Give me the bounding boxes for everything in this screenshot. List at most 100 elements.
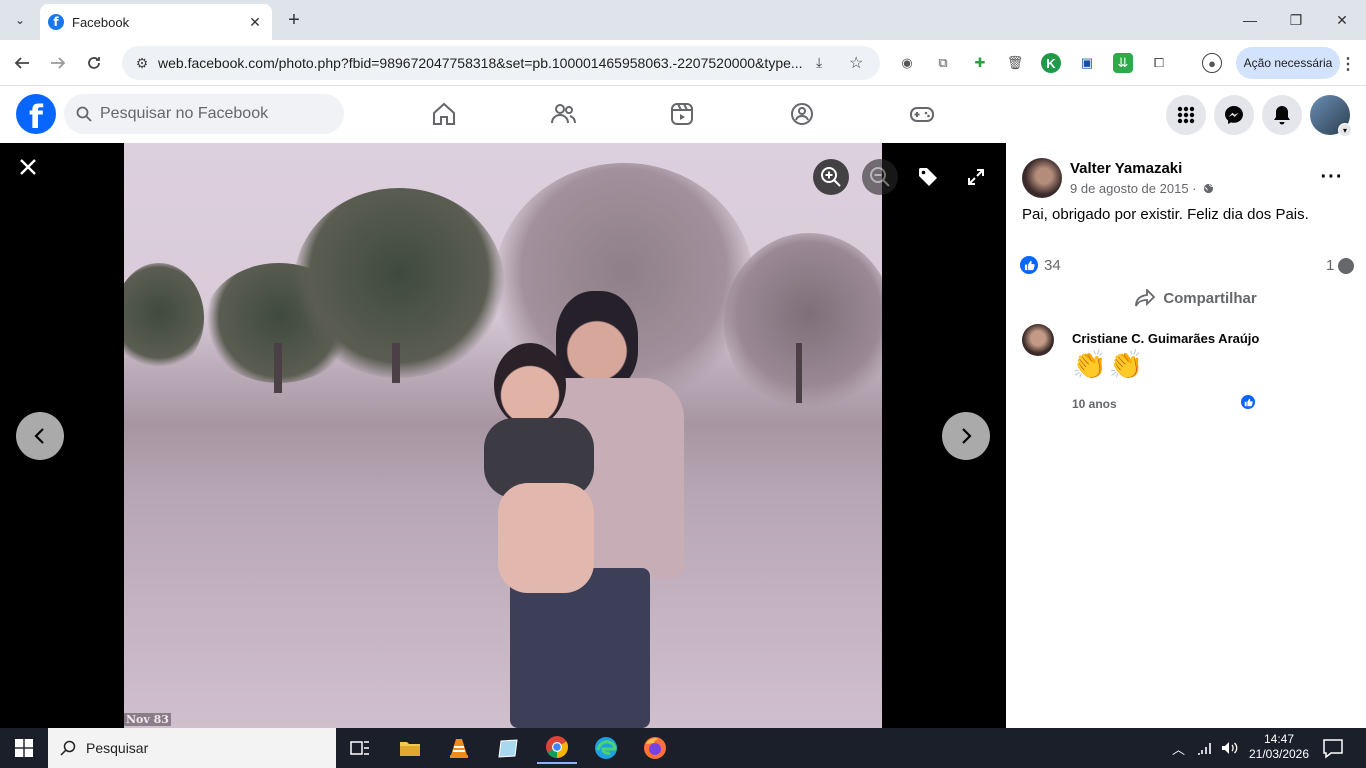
nav-video-button[interactable] [662,96,702,132]
back-arrow-icon [14,57,29,69]
facebook-logo-letter: f [29,98,43,134]
facebook-header: f ▾ [0,86,1366,143]
notepad-icon [498,739,518,758]
url-text[interactable]: web.facebook.com/photo.php?fbid=98967204… [158,55,806,71]
trash-extension-icon[interactable]: 🗑 [1005,53,1025,73]
photo-tree-trunk [796,343,802,403]
browser-tab-strip: ⌄ f Facebook ✕ + — ❐ ✕ [0,0,1366,40]
friends-icon [551,104,576,124]
comment-like-reaction-icon[interactable] [1239,393,1257,411]
install-app-icon[interactable]: ⤓ [816,54,822,71]
search-icon [76,106,92,122]
grid-menu-icon [1177,106,1195,124]
volume-icon[interactable] [1221,741,1239,755]
browser-menu-icon[interactable]: ⋮ [1340,54,1356,74]
notification-center-button[interactable] [1322,737,1344,759]
facebook-search-bar[interactable] [64,94,344,134]
zoom-in-icon [821,167,841,187]
edge-app[interactable] [586,732,626,764]
photo-child-legs [498,483,594,593]
notifications-button[interactable] [1262,95,1302,135]
tab-search-button[interactable]: ⌄ [8,8,32,32]
like-reaction-icon[interactable] [1020,256,1038,274]
camera-extension-icon[interactable]: ◉ [897,53,917,73]
nav-groups-button[interactable] [782,96,822,132]
download-extension-icon[interactable]: ⇊ [1113,53,1133,73]
facebook-search-input[interactable] [100,105,320,123]
author-name[interactable]: Valter Yamazaki [1070,160,1182,177]
photo-child-head [494,343,566,427]
restore-button[interactable]: ❐ [1284,8,1308,32]
notes-app[interactable] [488,732,528,764]
tag-photo-button[interactable] [910,159,946,195]
file-explorer-app[interactable] [390,732,430,764]
start-button[interactable] [0,728,48,768]
site-info-icon[interactable]: ⚙ [128,55,156,72]
photo-tree-trunk [274,343,282,393]
firefox-app[interactable] [635,732,675,764]
nav-home-button[interactable] [424,96,464,132]
messenger-icon [1225,106,1243,124]
save-extension-icon[interactable]: ▣ [1077,53,1097,73]
network-icon[interactable] [1197,741,1213,755]
fullscreen-button[interactable] [958,159,994,195]
author-avatar[interactable] [1022,158,1062,198]
address-bar[interactable]: ⚙ web.facebook.com/photo.php?fbid=989672… [122,46,880,80]
reload-icon [88,57,100,69]
zoom-out-button[interactable] [862,159,898,195]
clock-time: 14:47 [1263,732,1295,746]
profile-icon[interactable]: ● [1202,53,1222,73]
comment-bubble-icon[interactable] [1338,258,1354,274]
commenter-name[interactable]: Cristiane C. Guimarães Araújo [1072,331,1259,346]
action-needed-button[interactable]: Ação necessária [1236,47,1340,79]
forward-button[interactable] [46,51,70,75]
chevron-down-icon: ▾ [1338,123,1352,137]
zoom-in-button[interactable] [813,159,849,195]
taskbar-search[interactable]: Pesquisar [48,728,336,768]
tab-close-icon[interactable]: ✕ [246,14,264,31]
home-icon [433,102,455,125]
video-icon [671,103,693,125]
post-date-text[interactable]: 9 de agosto de 2015 · [1070,181,1197,196]
close-viewer-button[interactable] [14,153,42,181]
menu-button[interactable] [1166,95,1206,135]
back-button[interactable] [10,51,34,75]
browser-tab-facebook[interactable]: f Facebook ✕ [40,4,272,40]
reload-button[interactable] [82,51,106,75]
bookmark-star-icon[interactable]: ☆ [849,53,863,73]
messenger-button[interactable] [1214,95,1254,135]
task-view-icon [350,741,369,755]
minimize-button[interactable]: — [1238,8,1262,32]
bell-icon [1274,106,1290,125]
green-plus-extension-icon[interactable]: ✚ [970,53,990,73]
groups-icon [791,103,813,125]
nav-gaming-button[interactable] [902,96,942,132]
account-avatar[interactable]: ▾ [1310,95,1352,137]
photo-tree [124,263,204,373]
gaming-icon [910,107,934,122]
post-date[interactable]: 9 de agosto de 2015 · [1070,181,1214,196]
nav-friends-button[interactable] [543,96,583,132]
previous-photo-button[interactable] [16,412,64,460]
next-photo-button[interactable] [942,412,990,460]
share-button[interactable]: Compartilhar [1116,283,1276,313]
task-view-button[interactable] [340,732,380,764]
vlc-app[interactable] [439,732,479,764]
facebook-logo[interactable]: f [16,94,56,134]
copy-extension-icon[interactable]: ⧉ [933,53,953,73]
show-hidden-icons-chevron-up-icon[interactable]: ︿ [1172,739,1185,758]
comment-timestamp[interactable]: 10 anos [1072,397,1117,411]
new-tab-button[interactable]: + [282,8,306,32]
chevron-right-icon [962,428,972,444]
k-extension-icon[interactable]: K [1041,53,1061,73]
comment-count[interactable]: 1 [1326,257,1334,274]
close-window-button[interactable]: ✕ [1330,8,1354,32]
commenter-avatar[interactable] [1022,324,1054,356]
like-count[interactable]: 34 [1044,257,1061,274]
extensions-puzzle-icon[interactable]: ⧠ [1149,53,1169,73]
chrome-app[interactable] [537,732,577,764]
post-options-button[interactable]: ··· [1318,163,1346,191]
taskbar-clock[interactable]: 14:47 21/03/2026 [1246,732,1312,762]
search-icon [60,740,76,756]
share-label: Compartilhar [1163,289,1257,307]
